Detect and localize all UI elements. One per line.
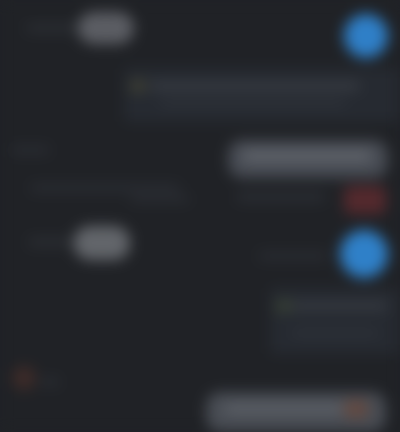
blurred-chat-screen — [0, 0, 400, 432]
reply-pill-text — [224, 404, 344, 414]
faint-text-line — [10, 146, 50, 154]
message-bubble — [270, 288, 400, 354]
reaction-badge[interactable] — [344, 186, 386, 214]
message-accent — [276, 300, 292, 312]
message-sender-placeholder — [28, 238, 80, 246]
faint-text-line — [236, 192, 326, 202]
emoji-icon[interactable] — [12, 366, 36, 390]
faint-text-line — [130, 196, 190, 202]
reply-pill-text — [242, 150, 372, 162]
message-bubble — [124, 68, 400, 122]
faint-text-line — [40, 378, 60, 386]
message-text-line — [292, 302, 388, 310]
blurred-highlight — [74, 226, 130, 260]
faint-text-line — [258, 252, 328, 260]
blurred-highlight — [78, 12, 134, 44]
reaction-badge[interactable] — [344, 400, 368, 418]
message-text-line — [292, 330, 378, 336]
avatar-icon[interactable] — [344, 14, 388, 58]
message-text-line — [160, 100, 346, 106]
message-sender-placeholder — [26, 24, 86, 32]
message-text-line — [150, 82, 360, 90]
faint-text-line — [30, 184, 180, 192]
avatar-icon[interactable] — [340, 230, 388, 278]
message-accent — [130, 80, 146, 92]
